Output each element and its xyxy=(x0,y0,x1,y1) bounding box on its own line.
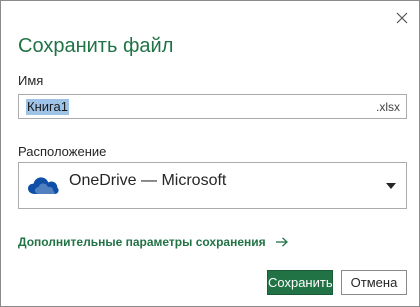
more-save-options-label: Дополнительные параметры сохранения xyxy=(18,235,266,249)
save-button[interactable]: Сохранить xyxy=(267,270,333,295)
cancel-button[interactable]: Отмена xyxy=(341,270,407,295)
file-name-value[interactable]: Книга1 xyxy=(26,99,69,115)
close-icon[interactable] xyxy=(393,9,411,27)
onedrive-cloud-icon xyxy=(28,177,59,194)
location-value: OneDrive — Microsoft xyxy=(69,172,227,189)
name-label: Имя xyxy=(18,73,44,88)
file-extension: .xlsx xyxy=(376,100,400,114)
save-file-dialog: Сохранить файл Имя Книга1 .xlsx Располож… xyxy=(0,0,420,307)
chevron-down-icon[interactable] xyxy=(386,183,396,189)
location-label: Расположение xyxy=(18,144,107,159)
file-name-field[interactable]: Книга1 .xlsx xyxy=(18,94,407,119)
arrow-right-icon xyxy=(275,237,288,247)
more-save-options-link[interactable]: Дополнительные параметры сохранения xyxy=(18,235,288,249)
location-dropdown[interactable]: OneDrive — Microsoft xyxy=(18,162,407,209)
dialog-title: Сохранить файл xyxy=(18,35,174,57)
